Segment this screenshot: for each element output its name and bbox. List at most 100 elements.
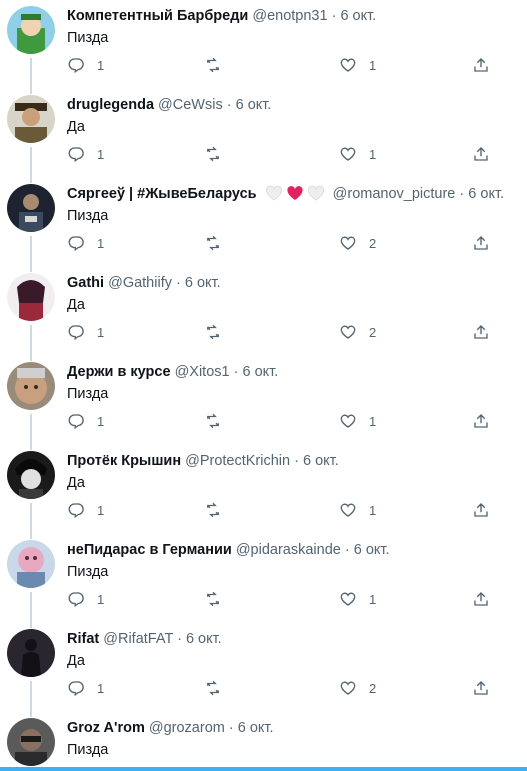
share-button[interactable]: [472, 677, 490, 699]
user-handle[interactable]: @Gathiify: [108, 275, 172, 291]
share-button[interactable]: [472, 588, 490, 610]
avatar[interactable]: [7, 273, 55, 321]
share-button[interactable]: [472, 499, 490, 521]
display-name[interactable]: druglegenda: [67, 97, 154, 113]
retweet-button[interactable]: [204, 588, 234, 610]
retweet-button[interactable]: [204, 54, 234, 76]
display-name[interactable]: Компетентный Барбреди: [67, 8, 248, 24]
tweet-text: Пизда: [67, 742, 109, 758]
like-button[interactable]: 2: [339, 677, 376, 699]
user-handle[interactable]: @pidaraskainde: [236, 542, 341, 558]
separator-dot: ·: [226, 97, 232, 113]
display-name[interactable]: неПидарас в Германии: [67, 542, 232, 558]
reply-button[interactable]: 1: [67, 321, 104, 343]
user-handle[interactable]: @grozarom: [149, 720, 225, 736]
tweet-text: Да: [67, 119, 85, 135]
avatar[interactable]: [7, 629, 55, 677]
like-button[interactable]: 1: [339, 588, 376, 610]
separator-dot: ·: [233, 364, 239, 380]
tweet-date[interactable]: 6 окт.: [238, 720, 274, 736]
tweet-header: Groz A'rom @grozarom · 6 окт.: [67, 718, 273, 738]
like-button[interactable]: 2: [339, 232, 376, 254]
like-button[interactable]: 1: [339, 54, 376, 76]
retweet-button[interactable]: [204, 321, 234, 343]
reply-button[interactable]: 1: [67, 54, 104, 76]
reply-count: 1: [97, 502, 105, 518]
like-count: 1: [369, 57, 377, 73]
tweet-date[interactable]: 6 окт.: [243, 364, 279, 380]
share-button[interactable]: [472, 54, 490, 76]
heart-icon: [339, 323, 357, 341]
display-name[interactable]: Rifat: [67, 631, 99, 647]
reply-count: 1: [97, 680, 105, 696]
tweet-date[interactable]: 6 окт.: [236, 97, 272, 113]
avatar[interactable]: [7, 95, 55, 143]
tweet-date[interactable]: 6 окт.: [340, 8, 376, 24]
reply-button[interactable]: 1: [67, 410, 104, 432]
reply-button[interactable]: 1: [67, 677, 104, 699]
reply-icon: [67, 56, 85, 74]
like-count: 2: [369, 680, 377, 696]
like-button[interactable]: 1: [339, 499, 376, 521]
avatar[interactable]: [7, 451, 55, 499]
retweet-button[interactable]: [204, 410, 234, 432]
user-handle[interactable]: @RifatFAT: [103, 631, 173, 647]
heart-icon: [339, 679, 357, 697]
retweet-icon: [204, 145, 222, 163]
reply-button[interactable]: 1: [67, 499, 104, 521]
tweet-date[interactable]: 6 окт.: [185, 275, 221, 291]
reply-icon: [67, 145, 85, 163]
tweet-date[interactable]: 6 окт.: [186, 631, 222, 647]
avatar[interactable]: [7, 540, 55, 588]
retweet-icon: [204, 679, 222, 697]
share-button[interactable]: [472, 143, 490, 165]
bottom-edge: [0, 767, 527, 771]
separator-dot: ·: [331, 8, 337, 24]
reply-button[interactable]: 1: [67, 588, 104, 610]
display-name[interactable]: Сяргееў | #ЖывеБеларусь: [67, 186, 257, 202]
like-button[interactable]: 1: [339, 143, 376, 165]
avatar[interactable]: [7, 184, 55, 232]
display-name[interactable]: Groz A'rom: [67, 720, 145, 736]
like-button[interactable]: 2: [339, 321, 376, 343]
tweet-header: Сяргееў | #ЖывеБеларусь @romanov_picture…: [67, 184, 504, 204]
retweet-button[interactable]: [204, 232, 234, 254]
retweet-icon: [204, 56, 222, 74]
user-handle[interactable]: @enotpn31: [252, 8, 327, 24]
share-button[interactable]: [472, 321, 490, 343]
user-handle[interactable]: @ProtectKrichin: [185, 453, 290, 469]
user-handle[interactable]: @CeWsis: [158, 97, 223, 113]
reply-button[interactable]: 1: [67, 232, 104, 254]
share-icon: [472, 56, 490, 74]
retweet-button[interactable]: [204, 499, 234, 521]
share-button[interactable]: [472, 232, 490, 254]
tweet-actions: 1 1: [67, 143, 497, 165]
thread-line: [30, 503, 32, 539]
share-button[interactable]: [472, 410, 490, 432]
tweet-date[interactable]: 6 окт.: [468, 186, 504, 202]
display-name[interactable]: Держи в курсе: [67, 364, 171, 380]
reply-count: 1: [97, 413, 105, 429]
retweet-button[interactable]: [204, 143, 234, 165]
reply-button[interactable]: 1: [67, 143, 104, 165]
avatar[interactable]: [7, 718, 55, 766]
avatar[interactable]: [7, 6, 55, 54]
user-handle[interactable]: @romanov_picture: [333, 186, 456, 202]
avatar[interactable]: [7, 362, 55, 410]
like-count: 1: [369, 502, 377, 518]
tweet-header: Gathi @Gathiify · 6 окт.: [67, 273, 221, 293]
thread-line: [30, 58, 32, 94]
display-name[interactable]: Gathi: [67, 275, 104, 291]
tweet-text: Да: [67, 297, 85, 313]
tweet-date[interactable]: 6 окт.: [354, 542, 390, 558]
like-button[interactable]: 1: [339, 410, 376, 432]
retweet-button[interactable]: [204, 677, 234, 699]
reply-count: 1: [97, 324, 105, 340]
separator-dot: ·: [344, 542, 350, 558]
tweet-date[interactable]: 6 окт.: [303, 453, 339, 469]
display-name[interactable]: Протёк Крышин: [67, 453, 181, 469]
user-handle[interactable]: @Xitos1: [175, 364, 230, 380]
thread-line: [30, 147, 32, 183]
share-icon: [472, 234, 490, 252]
thread-line: [30, 681, 32, 717]
